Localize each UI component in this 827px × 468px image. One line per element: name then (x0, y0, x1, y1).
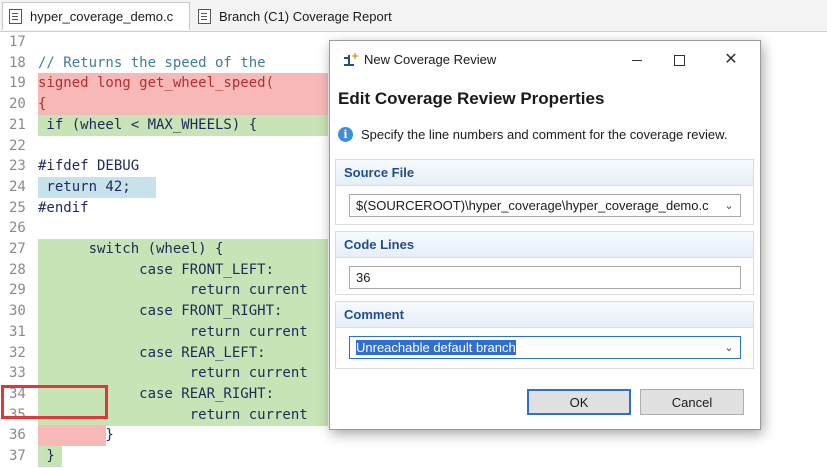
code-text: switch (wheel) { (38, 239, 328, 260)
tab-source-file[interactable]: hyper_coverage_demo.c (2, 2, 190, 30)
source-file-group: Source File $(SOURCEROOT)\hyper_coverage… (335, 159, 754, 225)
line-number: 28 (9, 261, 26, 278)
line-number: 17 (9, 34, 26, 50)
ok-button[interactable]: OK (527, 389, 631, 415)
line-number: 27 (9, 241, 26, 257)
comment-header: Comment (336, 302, 753, 328)
source-file-icon (9, 9, 22, 24)
comment-value: Unreachable default branch (356, 340, 516, 355)
line-number: 21 (9, 116, 26, 133)
code-lines-value: 36 (356, 270, 371, 285)
line-number: 25 (9, 199, 26, 216)
source-file-header: Source File (336, 160, 753, 186)
code-text: } (38, 446, 62, 467)
line-number: 31 (9, 323, 26, 340)
comment-combobox[interactable]: Unreachable default branch ⌄ (349, 336, 741, 359)
code-text: case FRONT_RIGHT: (38, 301, 328, 323)
close-button[interactable]: ✕ (708, 45, 754, 75)
tab-label: Branch (C1) Coverage Report (219, 8, 392, 24)
info-text: Specify the line numbers and comment for… (361, 127, 728, 142)
minimize-button[interactable] (614, 45, 660, 75)
info-icon: i (338, 127, 353, 142)
line-number: 36 (9, 427, 26, 444)
close-icon: ✕ (724, 51, 738, 68)
chevron-down-icon[interactable]: ⌄ (718, 195, 740, 216)
maximize-button[interactable] (656, 45, 702, 75)
code-text: case FRONT_LEFT: (38, 259, 328, 281)
code-text: return 42; (38, 176, 156, 198)
maximize-icon (673, 54, 685, 66)
code-text: signed long get_wheel_speed( (38, 73, 328, 95)
review-app-icon (344, 52, 359, 66)
code-text: } (38, 425, 114, 447)
source-file-value: $(SOURCEROOT)\hyper_coverage\hyper_cover… (356, 198, 709, 213)
line-number: 30 (9, 303, 26, 320)
code-text: case REAR_LEFT: (38, 342, 328, 364)
report-icon (198, 8, 211, 24)
info-message: i Specify the line numbers and comment f… (338, 127, 727, 142)
dialog-window-title: New Coverage Review (364, 52, 497, 67)
line-number: 29 (9, 282, 26, 299)
line-number: 26 (9, 220, 26, 237)
code-lines-group: Code Lines 36 (335, 231, 754, 295)
dialog-titlebar[interactable]: New Coverage Review ✕ (330, 41, 760, 79)
code-text: if (wheel < MAX_WHEELS) { (38, 114, 328, 136)
code-text: return current (38, 280, 328, 302)
dialog-heading: Edit Coverage Review Properties (338, 89, 605, 108)
new-coverage-review-dialog: New Coverage Review ✕ Edit Coverage Revi… (329, 40, 761, 430)
code-lines-input[interactable]: 36 (349, 266, 741, 289)
code-text: #endif (38, 199, 89, 216)
line-number: 32 (9, 344, 26, 361)
editor-tab-bar: hyper_coverage_demo.c Branch (C1) Covera… (0, 0, 827, 32)
line-number: 18 (9, 54, 26, 71)
cancel-button[interactable]: Cancel (640, 389, 744, 415)
line-number: 23 (9, 158, 26, 175)
line-number: 33 (9, 365, 26, 382)
code-text: return current (38, 321, 328, 343)
line-number: 24 (9, 178, 26, 195)
line-number: 37 (9, 448, 26, 464)
line-36-highlight-box (1, 385, 108, 419)
chevron-down-icon[interactable]: ⌄ (718, 337, 740, 358)
line-number: 20 (9, 96, 26, 113)
source-file-combobox[interactable]: $(SOURCEROOT)\hyper_coverage\hyper_cover… (349, 194, 741, 217)
minimize-icon (632, 59, 642, 61)
code-text: #ifdef DEBUG (38, 158, 140, 175)
code-line: 37 } (0, 446, 827, 467)
tab-label: hyper_coverage_demo.c (30, 9, 174, 24)
code-text: return current (38, 363, 328, 385)
line-number: 22 (9, 137, 26, 154)
line-number: 19 (9, 75, 26, 92)
code-lines-header: Code Lines (336, 232, 753, 258)
code-text: // Returns the speed of the (38, 54, 266, 71)
comment-group: Comment Unreachable default branch ⌄ (335, 301, 754, 369)
tab-coverage-report[interactable]: Branch (C1) Coverage Report (192, 2, 398, 30)
code-text: { (38, 94, 328, 116)
